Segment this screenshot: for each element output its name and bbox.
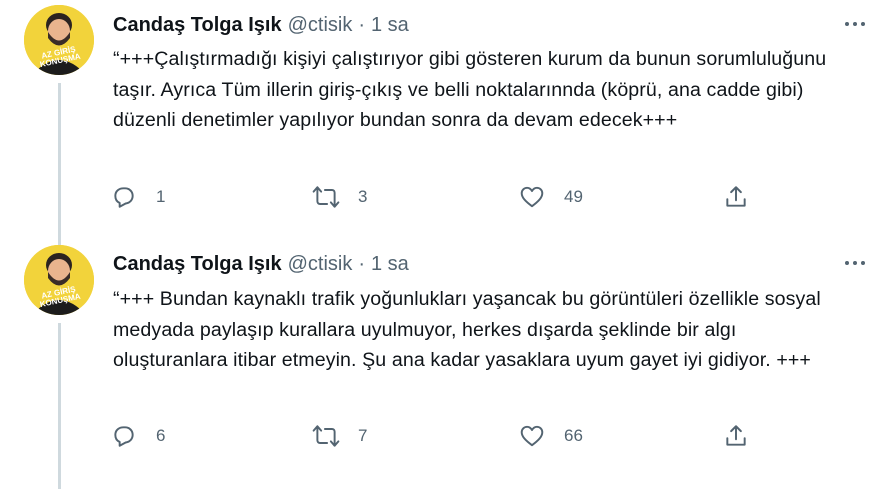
like-button[interactable]: 49 <box>518 181 583 213</box>
retweet-button[interactable]: 7 <box>312 420 367 452</box>
tweet-actions: 1 3 49 <box>110 181 770 213</box>
reply-icon <box>110 183 138 211</box>
reply-icon <box>110 422 138 450</box>
retweet-icon <box>312 422 340 450</box>
author-name[interactable]: Candaş Tolga Işık <box>113 14 282 37</box>
tweet-actions: 6 7 66 <box>110 420 770 452</box>
like-count: 66 <box>564 426 583 445</box>
share-icon <box>722 183 750 211</box>
author-handle[interactable]: @ctisik <box>288 14 353 37</box>
tweet-timestamp[interactable]: 1 sa <box>371 14 409 37</box>
reply-button[interactable]: 1 <box>110 181 165 213</box>
retweet-count: 7 <box>358 426 368 445</box>
more-icon[interactable] <box>840 14 870 34</box>
retweet-count: 3 <box>358 187 368 206</box>
retweet-icon <box>312 183 340 211</box>
retweet-button[interactable]: 3 <box>312 181 367 213</box>
reply-button[interactable]: 6 <box>110 420 165 452</box>
tweet[interactable]: AZ GİRİŞ KONUŞMA Candaş Tolga Işık @ctis… <box>0 0 886 249</box>
like-button[interactable]: 66 <box>518 420 583 452</box>
like-count: 49 <box>564 187 583 206</box>
avatar[interactable]: AZ GİRİŞ KONUŞMA <box>24 5 94 75</box>
reply-count: 1 <box>156 187 166 206</box>
share-button[interactable] <box>722 181 750 213</box>
heart-icon <box>518 183 546 211</box>
tweet[interactable]: AZ GİRİŞ KONUŞMA Candaş Tolga Işık @ctis… <box>0 240 886 489</box>
more-icon[interactable] <box>840 253 870 273</box>
tweet-timestamp[interactable]: 1 sa <box>371 253 409 276</box>
thread-line <box>58 83 61 249</box>
tweet-text: “+++ Bundan kaynaklı trafik yoğunlukları… <box>113 288 821 371</box>
author-handle[interactable]: @ctisik <box>288 253 353 276</box>
thread-line <box>58 323 61 489</box>
tweet-header: Candaş Tolga Işık @ctisik · 1 sa <box>113 12 409 38</box>
avatar[interactable]: AZ GİRİŞ KONUŞMA <box>24 245 94 315</box>
heart-icon <box>518 422 546 450</box>
separator-dot: · <box>358 252 365 275</box>
share-icon <box>722 422 750 450</box>
tweet-header: Candaş Tolga Işık @ctisik · 1 sa <box>113 251 409 277</box>
reply-count: 6 <box>156 426 166 445</box>
separator-dot: · <box>358 13 365 36</box>
share-button[interactable] <box>722 420 750 452</box>
author-name[interactable]: Candaş Tolga Işık <box>113 253 282 276</box>
tweet-text: “+++Çalıştırmadığı kişiyi çalıştırıyor g… <box>113 48 827 131</box>
